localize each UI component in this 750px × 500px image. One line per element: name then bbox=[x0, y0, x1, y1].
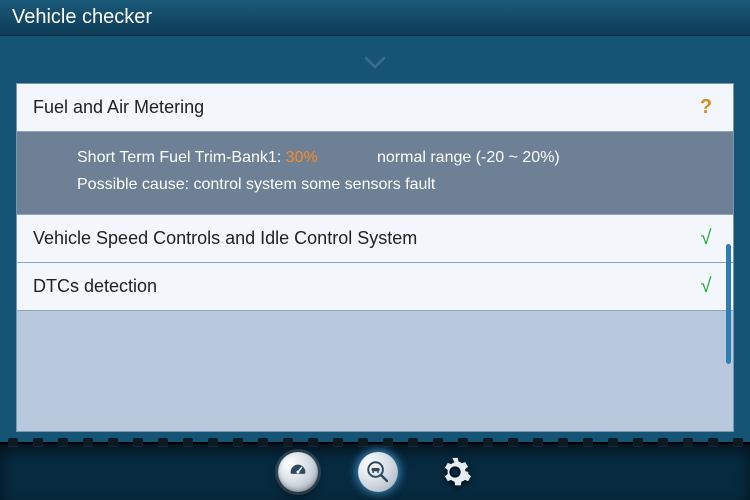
chevron-down-icon[interactable] bbox=[364, 56, 386, 75]
detail-range-label: normal range (-20 ~ 20%) bbox=[377, 144, 560, 171]
status-badge-warn: ? bbox=[695, 96, 717, 119]
app-title: Vehicle checker bbox=[12, 6, 152, 28]
bottom-nav bbox=[0, 442, 750, 500]
list-item-detail: Short Term Fuel Trim-Bank1: 30% normal r… bbox=[17, 132, 733, 215]
scrollbar[interactable] bbox=[726, 244, 731, 364]
status-badge-ok: √ bbox=[695, 227, 717, 250]
list-item-fuel-air-metering[interactable]: Fuel and Air Metering ? bbox=[17, 84, 733, 132]
diagnostic-list: Fuel and Air Metering ? Short Term Fuel … bbox=[16, 83, 734, 432]
list-item-label: Fuel and Air Metering bbox=[33, 97, 204, 118]
gauge-icon bbox=[287, 461, 309, 483]
detail-cause-label: Possible cause: control system some sens… bbox=[77, 171, 693, 198]
gear-icon bbox=[438, 455, 472, 489]
list-item-label: Vehicle Speed Controls and Idle Control … bbox=[33, 228, 417, 249]
list-item-label: DTCs detection bbox=[33, 276, 157, 297]
settings-button[interactable] bbox=[438, 455, 472, 489]
list-item-dtcs-detection[interactable]: DTCs detection √ bbox=[17, 263, 733, 311]
content-area: Fuel and Air Metering ? Short Term Fuel … bbox=[0, 36, 750, 442]
list-item-speed-idle-control[interactable]: Vehicle Speed Controls and Idle Control … bbox=[17, 215, 733, 263]
detail-param-value: 30% bbox=[286, 149, 318, 166]
diagnostic-button[interactable] bbox=[358, 452, 398, 492]
car-magnifier-icon bbox=[365, 459, 391, 485]
status-badge-ok: √ bbox=[695, 275, 717, 298]
detail-param-label: Short Term Fuel Trim-Bank1: bbox=[77, 149, 281, 166]
title-bar: Vehicle checker bbox=[0, 0, 750, 36]
gauge-button[interactable] bbox=[278, 452, 318, 492]
